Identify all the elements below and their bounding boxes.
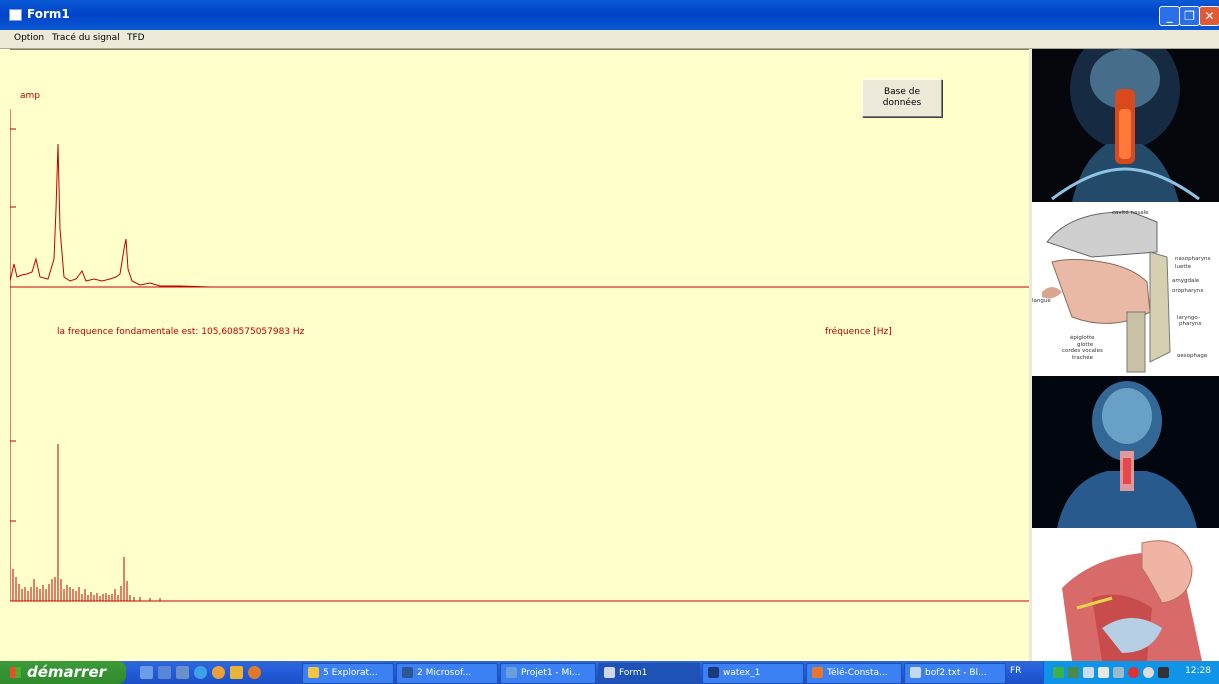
svg-text:cavité nasale: cavité nasale — [1112, 209, 1149, 216]
quicklaunch-icon[interactable] — [176, 666, 189, 679]
taskbar-button[interactable]: 5 Explorat... — [302, 663, 394, 684]
frequency-axis-label: fréquence [Hz] — [825, 327, 892, 337]
svg-text:amygdale: amygdale — [1172, 278, 1200, 284]
taskbar-button-label: watex_1 — [723, 668, 761, 678]
taskbar-button[interactable]: 2 Microsof... — [396, 663, 498, 684]
window-title: Form1 — [27, 7, 70, 21]
taskbar-button[interactable]: watex_1 — [702, 663, 804, 684]
start-button[interactable]: démarrer — [0, 661, 126, 684]
taskbar-button[interactable]: Télé-Consta... — [806, 663, 902, 684]
menu-tfd[interactable]: TFD — [127, 33, 145, 43]
svg-text:nasopharynx: nasopharynx — [1175, 256, 1211, 262]
taskbar-button-label: Form1 — [619, 668, 648, 678]
app-icon — [402, 667, 413, 678]
database-button[interactable]: Base de données — [862, 79, 942, 117]
svg-text:épiglotte: épiglotte — [1070, 334, 1095, 341]
svg-text:trachée: trachée — [1072, 354, 1094, 361]
svg-text:oropharynx: oropharynx — [1172, 288, 1204, 294]
app-icon — [812, 667, 823, 678]
vocal-tract-diagram: cavité nasale nasopharynx luette amygdal… — [1032, 202, 1219, 376]
taskbar-button[interactable]: Projet1 - Mi... — [500, 663, 596, 684]
svg-text:langue: langue — [1032, 298, 1051, 304]
clock: 12:28 — [1185, 666, 1211, 676]
taskbar-button-label: Projet1 - Mi... — [521, 668, 581, 678]
svg-text:oesophage: oesophage — [1177, 353, 1208, 359]
antivirus-icon[interactable] — [1128, 667, 1139, 678]
maximize-button[interactable]: ❐ — [1179, 6, 1200, 26]
app-icon — [506, 667, 517, 678]
system-tray: 12:28 — [1043, 661, 1219, 684]
start-label: démarrer — [27, 663, 107, 681]
network-icon[interactable] — [1098, 667, 1109, 678]
internet-explorer-icon[interactable] — [194, 666, 207, 679]
taskbar-button-label: 2 Microsof... — [417, 668, 472, 678]
plot-canvas: amp la frequence fondamentale est: 105,6… — [10, 49, 1029, 661]
tray-icon[interactable] — [1068, 667, 1079, 678]
app-icon — [308, 667, 319, 678]
amp-label: amp — [20, 91, 40, 101]
volume-icon[interactable] — [1143, 667, 1154, 678]
app-icon — [708, 667, 719, 678]
title-bar[interactable]: Form1 _ ❐ ✕ — [0, 0, 1219, 30]
taskbar-button[interactable]: bof2.txt - Bl... — [904, 663, 1006, 684]
taskbar-button-label: 5 Explorat... — [323, 668, 378, 678]
close-button[interactable]: ✕ — [1199, 6, 1219, 26]
app-icon — [604, 667, 615, 678]
taskbar: démarrer 5 Explorat... 2 Microsof... Proje… — [0, 661, 1219, 684]
firefox-icon[interactable] — [248, 666, 261, 679]
taskbar-button-label: bof2.txt - Bl... — [925, 668, 987, 678]
spectrum-plot — [10, 49, 1029, 602]
chrome-icon[interactable] — [212, 666, 225, 679]
tray-icon[interactable] — [1113, 667, 1124, 678]
form-icon — [9, 9, 22, 21]
svg-text:cordes vocales: cordes vocales — [1062, 348, 1103, 354]
svg-text:luette: luette — [1175, 264, 1192, 270]
taskbar-button[interactable]: Form1 — [598, 663, 700, 684]
body-xray-image — [1032, 376, 1219, 528]
svg-text:pharynx: pharynx — [1179, 321, 1202, 327]
language-indicator[interactable]: FR — [1010, 666, 1021, 676]
fundamental-frequency-text: la frequence fondamentale est: 105,60857… — [57, 327, 305, 337]
taskbar-button-label: Télé-Consta... — [827, 668, 888, 678]
app-icon — [910, 667, 921, 678]
battery-icon[interactable] — [1158, 667, 1169, 678]
menu-trace-signal[interactable]: Tracé du signal — [52, 33, 120, 43]
ear-neck-anatomy-image — [1032, 528, 1219, 661]
windows-logo-icon — [10, 667, 21, 678]
menu-bar: Option Tracé du signal TFD — [0, 30, 1219, 49]
throat-xray-image — [1032, 49, 1219, 202]
minimize-button[interactable]: _ — [1159, 6, 1180, 26]
show-desktop-icon[interactable] — [140, 666, 153, 679]
quicklaunch-icon[interactable] — [230, 666, 243, 679]
tray-icon[interactable] — [1083, 667, 1094, 678]
canvas-left-edge — [0, 49, 10, 661]
menu-option[interactable]: Option — [14, 33, 44, 43]
upper-spectrum-trace — [10, 143, 1029, 288]
database-button-label: Base de données — [882, 87, 922, 108]
quicklaunch-icon[interactable] — [158, 666, 171, 679]
tray-icon[interactable] — [1053, 667, 1064, 678]
